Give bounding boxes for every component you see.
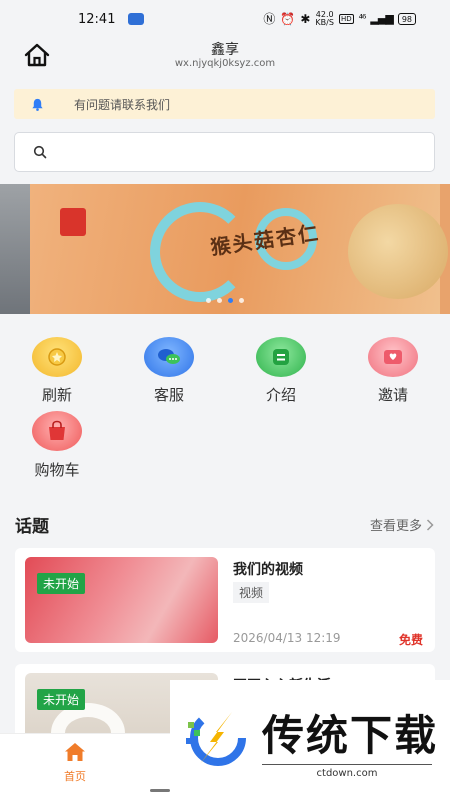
chevron-right-icon <box>426 518 434 531</box>
topic-time: 2026/04/13 12:19 <box>233 631 341 645</box>
bluetooth-icon: ✱ <box>300 11 311 26</box>
watermark-brand: 传统下载 <box>262 711 439 760</box>
header: 鑫享 wx.njyqkj0ksyz.com <box>0 38 450 78</box>
brand-logo <box>60 208 86 236</box>
tab-home-label: 首页 <box>64 770 86 783</box>
alarm-icon: ⏰ <box>280 11 296 26</box>
carousel-indicators <box>0 298 450 303</box>
grid-label: 购物车 <box>34 461 80 479</box>
carousel-dot[interactable] <box>217 298 222 303</box>
page-title: 鑫享 <box>211 42 239 58</box>
view-more-label: 查看更多 <box>369 519 422 534</box>
carousel-dot-active[interactable] <box>228 298 233 303</box>
hd-badge: HD <box>338 13 354 24</box>
refresh-coin-icon <box>32 337 82 377</box>
grid-label: 刷新 <box>41 386 72 404</box>
banner-cookies <box>348 204 448 299</box>
carousel-dot[interactable] <box>206 298 211 303</box>
grid-label: 客服 <box>153 386 184 404</box>
tab-home[interactable]: 首页 <box>50 742 100 784</box>
notice-bar[interactable]: 有问题请联系我们 <box>14 89 435 119</box>
chat-bubbles-icon <box>144 337 194 377</box>
watermark-url: ctdown.com <box>262 764 432 779</box>
topic-tag: 视频 <box>233 582 270 603</box>
watermark: 传统下载 ctdown.com <box>170 680 450 800</box>
topic-thumbnail: 未开始 <box>25 557 218 643</box>
nfc-icon: Ⓝ <box>263 12 276 26</box>
network-speed: 42.0 KB/S <box>315 10 334 27</box>
grid-label: 介绍 <box>265 386 296 404</box>
search-bar[interactable] <box>14 132 435 172</box>
banner-carousel[interactable]: 猴头菇杏仁 <box>0 184 450 314</box>
section-title: 话题 <box>15 517 49 537</box>
grid-label: 邀请 <box>377 386 408 404</box>
view-more-link[interactable]: 查看更多 <box>370 515 434 534</box>
list-doc-icon <box>256 337 306 377</box>
status-icons: Ⓝ ⏰ ✱ 42.0 KB/S HD ⁴⁶ ▂▄▆ 98 <box>263 10 416 27</box>
battery-indicator: 98 <box>397 12 416 25</box>
invite-card-icon <box>368 337 418 377</box>
watermark-logo <box>186 710 246 766</box>
signal-bars-icon: ▂▄▆ <box>370 12 393 25</box>
shopping-bag-icon <box>32 411 82 451</box>
bell-icon <box>30 97 44 111</box>
status-time: 12:41 <box>78 12 116 27</box>
status-badge: 未开始 <box>37 689 86 710</box>
signal-icon: ⁴⁶ <box>358 12 367 25</box>
topic-price: 免费 <box>398 633 423 647</box>
topic-title: 我们的视频 <box>233 562 303 578</box>
home-tab-icon <box>65 743 85 761</box>
search-input[interactable] <box>57 144 434 160</box>
status-bar: 12:41 Ⓝ ⏰ ✱ 42.0 KB/S HD ⁴⁶ ▂▄▆ 98 <box>0 0 450 38</box>
page-subtitle: wx.njyqkj0ksyz.com <box>174 58 276 69</box>
banner-image: 猴头菇杏仁 <box>30 184 448 314</box>
carousel-dot[interactable] <box>239 298 244 303</box>
notice-text: 有问题请联系我们 <box>74 97 171 112</box>
search-icon <box>33 145 47 159</box>
network-speed-unit: KB/S <box>315 17 334 27</box>
topic-card[interactable]: 未开始 我们的视频 视频 2026/04/13 12:19 免费 <box>15 548 435 652</box>
status-badge: 未开始 <box>37 573 86 594</box>
app-notification-icon <box>128 13 144 25</box>
system-nav-indicator[interactable] <box>150 789 170 792</box>
